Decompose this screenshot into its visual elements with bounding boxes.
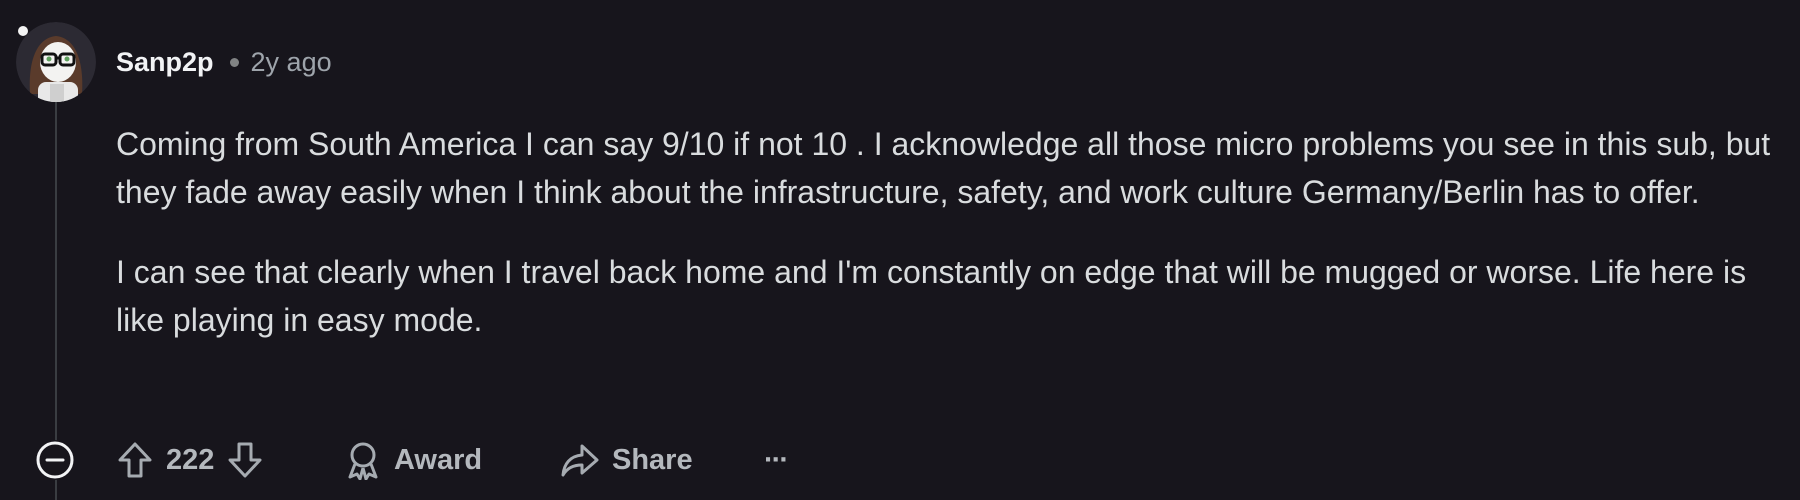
collapse-button[interactable] — [35, 440, 75, 480]
share-button[interactable]: Share — [560, 436, 693, 484]
vote-group: 222 — [116, 436, 264, 484]
share-label: Share — [612, 443, 693, 476]
separator-dot — [229, 57, 239, 67]
more-horizontal-icon: ··· — [764, 443, 789, 476]
avatar[interactable] — [16, 22, 96, 102]
award-button[interactable]: Award — [344, 436, 482, 484]
comment-paragraph: I can see that clearly when I travel bac… — [116, 254, 1747, 338]
vote-count: 222 — [166, 443, 215, 476]
arrow-up-icon[interactable] — [116, 440, 154, 480]
timestamp[interactable]: 2y ago — [251, 47, 332, 78]
more-options-button[interactable]: ··· — [764, 436, 789, 484]
comment-header: Sanp2p 2y ago — [116, 44, 332, 80]
award-label: Award — [394, 443, 483, 476]
comment-paragraph: Coming from South America I can say 9/10… — [116, 126, 1771, 210]
username[interactable]: Sanp2p — [116, 47, 214, 78]
minus-circle-icon — [35, 440, 75, 480]
comment-actions: 222 Award Share ··· — [0, 436, 1800, 484]
comment-body: Coming from South America I can say 9/10… — [116, 120, 1776, 376]
award-icon — [344, 440, 382, 480]
comment: Sanp2p 2y ago Coming from South America … — [0, 0, 1800, 500]
share-icon — [560, 440, 600, 480]
arrow-down-icon[interactable] — [226, 440, 264, 480]
